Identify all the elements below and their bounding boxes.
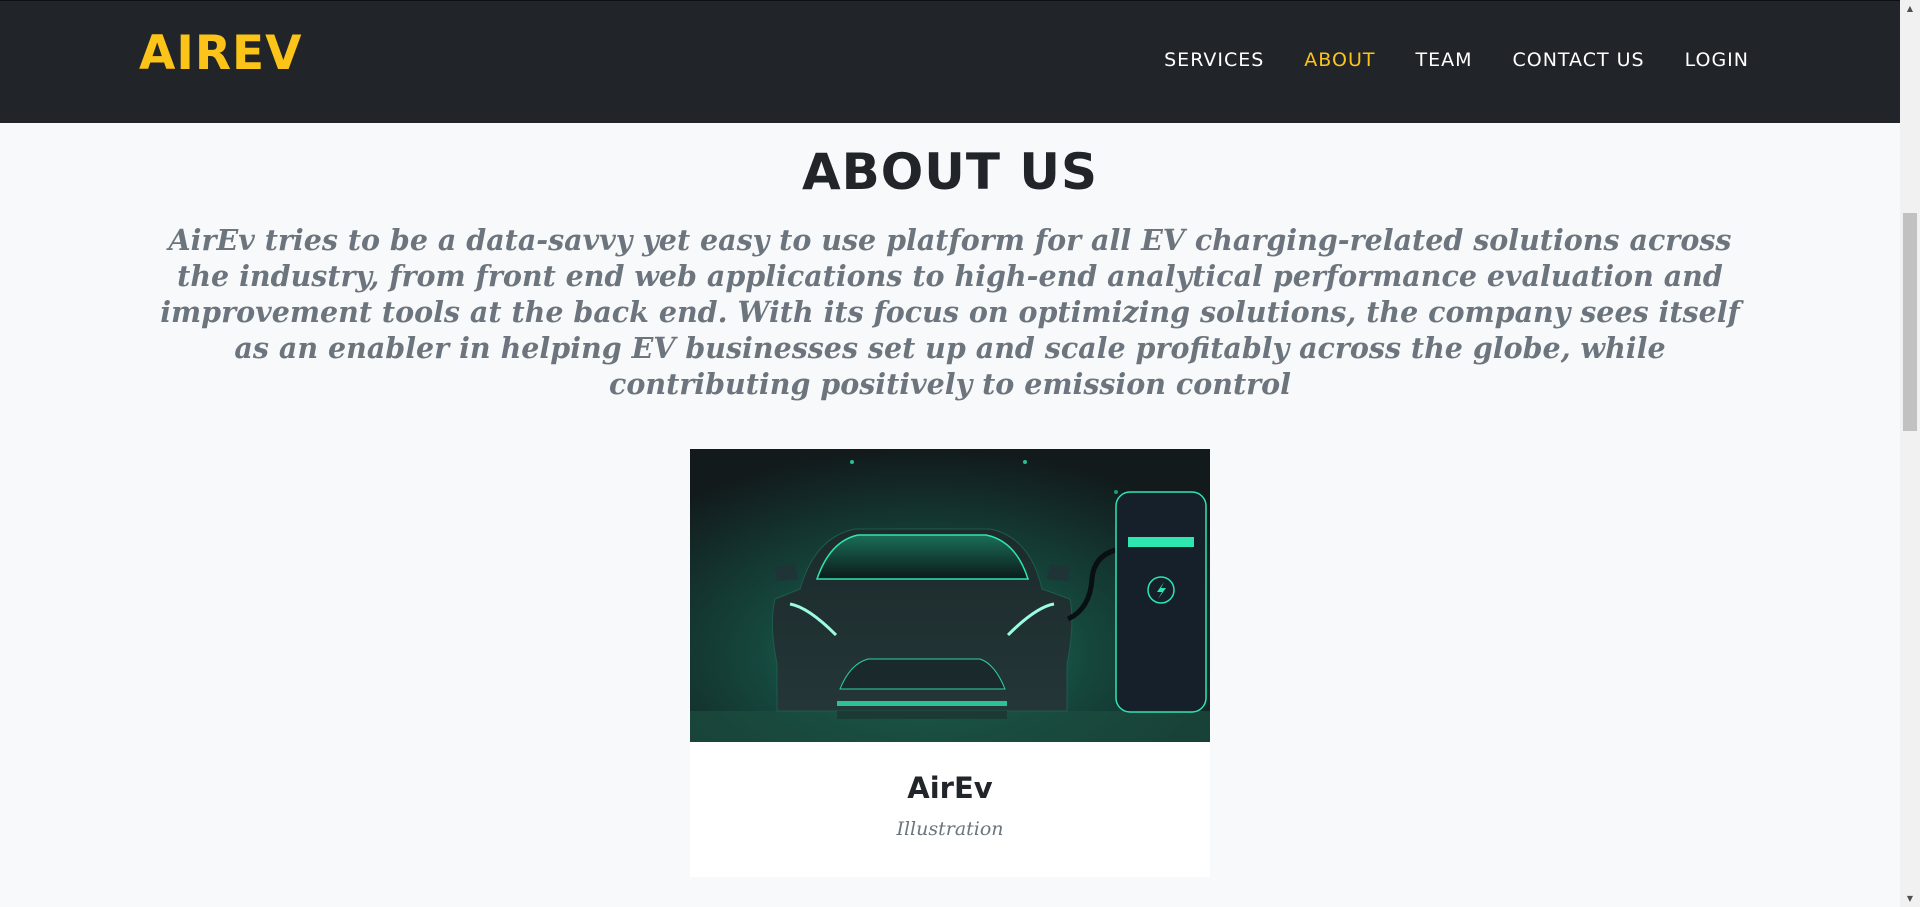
navbar: AIREV SERVICES ABOUT TEAM CONTACT US LOG… — [0, 0, 1900, 123]
page: AIREV SERVICES ABOUT TEAM CONTACT US LOG… — [0, 0, 1900, 907]
nav-menu: SERVICES ABOUT TEAM CONTACT US LOGIN — [1124, 49, 1749, 71]
nav-item-about[interactable]: ABOUT — [1304, 49, 1375, 71]
nav-item-login[interactable]: LOGIN — [1685, 49, 1749, 71]
scroll-down-arrow-icon[interactable]: ▼ — [1900, 890, 1920, 907]
nav-item-team[interactable]: TEAM — [1415, 49, 1472, 71]
vertical-scrollbar[interactable]: ▲ ▼ — [1900, 0, 1920, 907]
electric-car-illustration[interactable] — [690, 449, 1210, 742]
nav-item-services[interactable]: SERVICES — [1164, 49, 1264, 71]
about-description: AirEv tries to be a data-savvy yet easy … — [160, 223, 1740, 401]
portfolio-title: AirEv — [907, 771, 993, 805]
portfolio-card[interactable]: AirEv Illustration — [690, 449, 1210, 877]
portfolio-subtitle: Illustration — [896, 818, 1004, 840]
brand-logo[interactable]: AIREV — [139, 26, 303, 81]
nav-item-contact-us[interactable]: CONTACT US — [1512, 49, 1644, 71]
about-heading: ABOUT US — [801, 143, 1099, 201]
portfolio-caption: AirEv Illustration — [690, 742, 1210, 877]
scroll-up-arrow-icon[interactable]: ▲ — [1900, 0, 1920, 17]
scrollbar-thumb[interactable] — [1903, 213, 1917, 431]
